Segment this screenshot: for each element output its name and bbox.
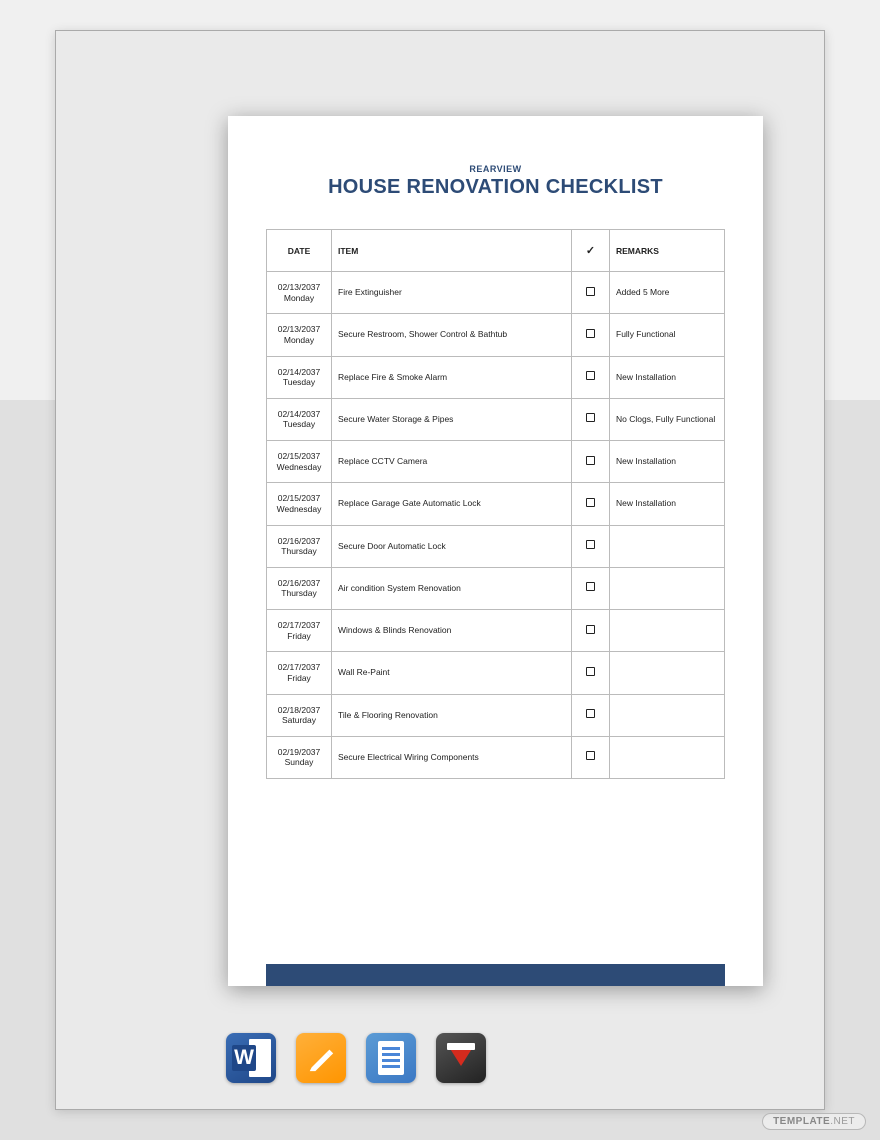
- cell-item: Secure Electrical Wiring Components: [332, 736, 572, 778]
- cell-remarks: No Clogs, Fully Functional: [610, 398, 725, 440]
- cell-check[interactable]: [572, 694, 610, 736]
- cell-remarks: Added 5 More: [610, 272, 725, 314]
- checkbox-icon[interactable]: [586, 625, 595, 634]
- cell-check[interactable]: [572, 525, 610, 567]
- checkbox-icon[interactable]: [586, 456, 595, 465]
- cell-date: 02/14/2037Tuesday: [267, 398, 332, 440]
- cell-date: 02/14/2037Tuesday: [267, 356, 332, 398]
- watermark-brand: TEMPLATE: [773, 1116, 830, 1127]
- cell-remarks: [610, 736, 725, 778]
- table-row: 02/16/2037ThursdaySecure Door Automatic …: [267, 525, 725, 567]
- checkbox-icon[interactable]: [586, 751, 595, 760]
- cell-check[interactable]: [572, 314, 610, 356]
- pen-icon: [306, 1043, 336, 1073]
- cell-remarks: [610, 610, 725, 652]
- table-row: 02/14/2037TuesdayReplace Fire & Smoke Al…: [267, 356, 725, 398]
- table-row: 02/15/2037WednesdayReplace CCTV Camera Ne…: [267, 441, 725, 483]
- google-docs-icon[interactable]: [366, 1033, 416, 1083]
- table-row: 02/13/2037MondayFire Extinguisher Added 5…: [267, 272, 725, 314]
- watermark-suffix: .NET: [830, 1116, 855, 1127]
- cell-remarks: [610, 567, 725, 609]
- col-header-date: DATE: [267, 230, 332, 272]
- table-header-row: DATE ITEM ✓ REMARKS: [267, 230, 725, 272]
- checkbox-icon[interactable]: [586, 413, 595, 422]
- cell-check[interactable]: [572, 736, 610, 778]
- pdf-icon[interactable]: [436, 1033, 486, 1083]
- checkbox-icon[interactable]: [586, 329, 595, 338]
- cell-date: 02/17/2037Friday: [267, 652, 332, 694]
- col-header-check: ✓: [572, 230, 610, 272]
- cell-item: Replace CCTV Camera: [332, 441, 572, 483]
- footer-accent-bar: [266, 964, 725, 986]
- page-title: HOUSE RENOVATION CHECKLIST: [266, 176, 725, 199]
- cell-remarks: New Installation: [610, 356, 725, 398]
- table-row: 02/13/2037MondaySecure Restroom, Shower …: [267, 314, 725, 356]
- cell-item: Air condition System Renovation: [332, 567, 572, 609]
- pages-icon[interactable]: [296, 1033, 346, 1083]
- cell-check[interactable]: [572, 398, 610, 440]
- word-icon[interactable]: [226, 1033, 276, 1083]
- pre-title: REARVIEW: [266, 164, 725, 174]
- col-header-remarks: REMARKS: [610, 230, 725, 272]
- checkbox-icon[interactable]: [586, 709, 595, 718]
- cell-date: 02/16/2037Thursday: [267, 525, 332, 567]
- cell-remarks: [610, 652, 725, 694]
- cell-date: 02/15/2037Wednesday: [267, 483, 332, 525]
- cell-check[interactable]: [572, 441, 610, 483]
- cell-item: Secure Water Storage & Pipes: [332, 398, 572, 440]
- cell-item: Fire Extinguisher: [332, 272, 572, 314]
- cell-remarks: New Installation: [610, 441, 725, 483]
- table-row: 02/17/2037FridayWall Re-Paint: [267, 652, 725, 694]
- cell-check[interactable]: [572, 272, 610, 314]
- table-row: 02/14/2037TuesdaySecure Water Storage & …: [267, 398, 725, 440]
- checkbox-icon[interactable]: [586, 371, 595, 380]
- checkbox-icon[interactable]: [586, 582, 595, 591]
- preview-frame: REARVIEW HOUSE RENOVATION CHECKLIST DATE…: [55, 30, 825, 1110]
- cell-remarks: [610, 525, 725, 567]
- cell-check[interactable]: [572, 652, 610, 694]
- cell-check[interactable]: [572, 567, 610, 609]
- cell-date: 02/13/2037Monday: [267, 314, 332, 356]
- cell-item: Windows & Blinds Renovation: [332, 610, 572, 652]
- checkbox-icon[interactable]: [586, 498, 595, 507]
- cell-date: 02/18/2037Saturday: [267, 694, 332, 736]
- table-row: 02/18/2037SaturdayTile & Flooring Renova…: [267, 694, 725, 736]
- cell-date: 02/13/2037Monday: [267, 272, 332, 314]
- document-page: REARVIEW HOUSE RENOVATION CHECKLIST DATE…: [228, 116, 763, 986]
- cell-remarks: Fully Functional: [610, 314, 725, 356]
- cell-item: Replace Garage Gate Automatic Lock: [332, 483, 572, 525]
- checkbox-icon[interactable]: [586, 287, 595, 296]
- format-icons-row: [226, 1033, 486, 1083]
- cell-date: 02/16/2037Thursday: [267, 567, 332, 609]
- table-row: 02/15/2037WednesdayReplace Garage Gate A…: [267, 483, 725, 525]
- cell-remarks: New Installation: [610, 483, 725, 525]
- cell-date: 02/17/2037Friday: [267, 610, 332, 652]
- cell-item: Secure Restroom, Shower Control & Bathtu…: [332, 314, 572, 356]
- checkbox-icon[interactable]: [586, 540, 595, 549]
- checkbox-icon[interactable]: [586, 667, 595, 676]
- checklist-table: DATE ITEM ✓ REMARKS 02/13/2037MondayFire…: [266, 229, 725, 779]
- cell-item: Replace Fire & Smoke Alarm: [332, 356, 572, 398]
- cell-date: 02/19/2037Sunday: [267, 736, 332, 778]
- col-header-item: ITEM: [332, 230, 572, 272]
- cell-date: 02/15/2037Wednesday: [267, 441, 332, 483]
- cell-check[interactable]: [572, 610, 610, 652]
- cell-remarks: [610, 694, 725, 736]
- cell-item: Tile & Flooring Renovation: [332, 694, 572, 736]
- cell-item: Wall Re-Paint: [332, 652, 572, 694]
- watermark-badge: TEMPLATE.NET: [762, 1113, 866, 1130]
- cell-check[interactable]: [572, 356, 610, 398]
- table-row: 02/17/2037FridayWindows & Blinds Renovat…: [267, 610, 725, 652]
- cell-item: Secure Door Automatic Lock: [332, 525, 572, 567]
- table-row: 02/19/2037SundaySecure Electrical Wiring…: [267, 736, 725, 778]
- table-row: 02/16/2037ThursdayAir condition System R…: [267, 567, 725, 609]
- cell-check[interactable]: [572, 483, 610, 525]
